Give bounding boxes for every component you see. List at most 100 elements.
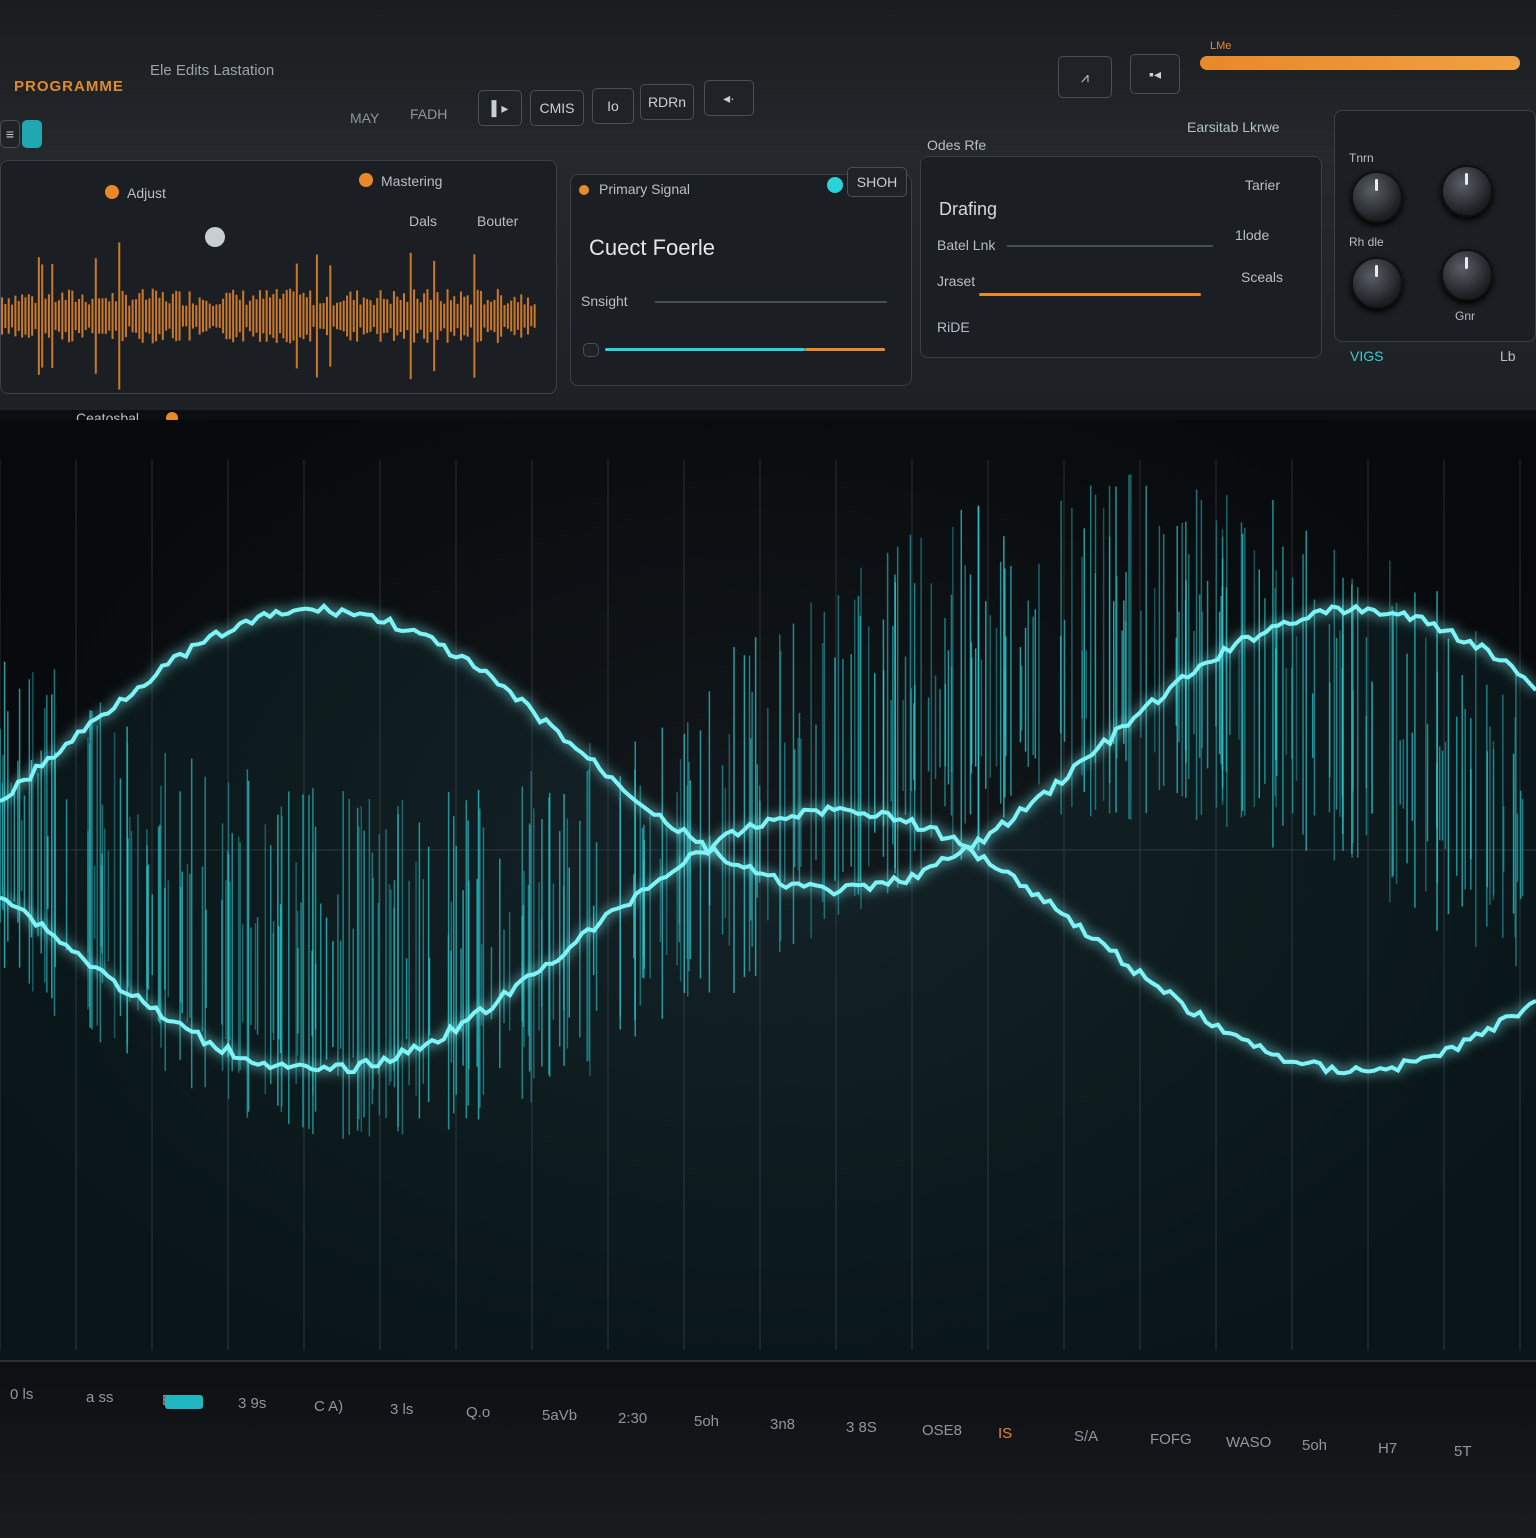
spectrum-bar [506, 303, 509, 329]
panels-row: Mastering Adjust Dals Bouter Primary Sig… [0, 110, 1536, 426]
spectrum-bar [426, 289, 429, 343]
spectrum-bar [178, 291, 181, 341]
spectrum-bar [376, 298, 379, 334]
spectrum-bar [295, 263, 298, 369]
shoh-toggle-button[interactable]: SHOH [847, 167, 907, 197]
spectrum-bar [235, 294, 238, 338]
knob-1[interactable] [1351, 171, 1403, 223]
spectrum-bar [61, 292, 64, 340]
spectrum-bar [336, 302, 338, 330]
spectrum-bar [181, 305, 184, 327]
spectrum-bar [359, 304, 362, 328]
waveform-canvas[interactable] [0, 420, 1536, 1360]
timeline-tick-label: Q.o [466, 1404, 491, 1421]
tool-button-rdrn[interactable]: RDRn [640, 84, 694, 120]
menu-icon[interactable]: ≡ [0, 120, 20, 148]
row-1-slider[interactable] [1007, 245, 1213, 247]
tool-label-2[interactable]: FADH [410, 106, 447, 122]
spectrum-bar [516, 302, 519, 330]
knob-footer-left[interactable]: VIGS [1350, 348, 1383, 364]
spectrum-bar [185, 305, 188, 327]
knob-panel: Tnrn Rh dle Gnr [1334, 110, 1536, 342]
spectrum-bar [332, 305, 335, 327]
spectrum-bar [419, 302, 422, 330]
insight-slider-track[interactable] [655, 301, 887, 303]
spectrum-bar [198, 297, 201, 335]
spectrum-bar [252, 295, 255, 337]
spectrum-bar [413, 289, 416, 343]
app-brand: PROGRAMME [14, 78, 124, 95]
timeline-tick-label: 5oh [694, 1413, 720, 1430]
top-toolbar: PROGRAMME Ele Edits Lastation ≡ MAY FADH… [0, 0, 1536, 152]
spectrum-bar [463, 296, 466, 336]
tool-button-cmis[interactable]: CMIS [530, 90, 584, 126]
spectrum-bar [258, 290, 261, 342]
orange-spectrum-display [1, 242, 536, 390]
spectrum-bar [168, 303, 171, 329]
record-button[interactable]: ▌▸ [478, 90, 522, 126]
spectrum-bar [74, 301, 77, 331]
spectrum-bar [423, 293, 426, 339]
spectrum-bar [403, 293, 405, 339]
row-2-slider-fill[interactable] [979, 293, 1201, 296]
knob-label-1: Tnrn [1349, 151, 1374, 165]
spectrum-bar [114, 301, 117, 331]
spectrum-bar [409, 252, 412, 380]
spectrum-bar [1, 297, 3, 335]
timeline-tick-label: OSE8 [922, 1422, 963, 1439]
spectrum-bar [128, 305, 131, 327]
spectrum-bar [315, 254, 318, 378]
spectrum-bar [312, 305, 315, 327]
spectrum-bar [51, 264, 54, 368]
speaker-button[interactable]: ◂· [704, 80, 754, 116]
spectrum-bar [496, 288, 499, 344]
spectrum-bar [155, 290, 158, 342]
row-label-2: Jraset [937, 273, 976, 289]
spectrum-bar [262, 298, 265, 334]
knob-3[interactable] [1351, 257, 1403, 309]
spectrum-bar [453, 296, 456, 336]
spectrum-bar [265, 290, 268, 342]
spectrum-bar [356, 290, 359, 342]
playhead-position-marker[interactable] [165, 1395, 203, 1409]
spectrum-bar [466, 295, 469, 337]
spectrum-bar [212, 305, 215, 327]
spectrum-bar [322, 303, 325, 329]
spectrum-bar [473, 254, 476, 378]
spectrum-bar [433, 260, 436, 372]
row-label-1: Batel Lnk [937, 237, 996, 253]
timeline-ruler[interactable]: 0 lsa ssEAs3 9sC A)3 lsQ.o5aVb2:305oh3n8… [0, 1360, 1536, 1538]
knob-2[interactable] [1441, 165, 1493, 217]
output-level-meter[interactable] [1200, 56, 1520, 70]
chart-icon[interactable]: ⩘ [1058, 56, 1112, 98]
tool-label-1[interactable]: MAY [350, 110, 379, 126]
spectrum-bar [151, 288, 154, 344]
timeline-tick-label: 3n8 [770, 1416, 796, 1433]
spectrum-bar [500, 295, 503, 337]
row-label-dals: Dals [409, 213, 438, 229]
spectrum-bar [101, 298, 104, 334]
spectrum-bar [47, 294, 50, 338]
spectrum-bar [429, 299, 432, 333]
primary-signal-panel: Primary Signal SHOH Cuect Foerle Snsight [570, 167, 912, 386]
knob-footer-right[interactable]: Lb [1500, 348, 1516, 364]
waveform-view[interactable] [0, 420, 1536, 1360]
monitor-icon[interactable]: ▪◂ [1130, 54, 1180, 94]
knob-4[interactable] [1441, 249, 1493, 301]
spectrum-bar [302, 292, 305, 340]
spectrum-bar [31, 296, 34, 336]
spectrum-bar [124, 294, 127, 338]
spectrum-bar [228, 293, 231, 339]
tool-button-io[interactable]: Io [592, 88, 634, 124]
spectrum-bar [510, 300, 513, 332]
timeline-tick-label: FOFG [1150, 1431, 1192, 1448]
timeline-tick-label: 3 ls [390, 1401, 414, 1418]
spectrum-bar [98, 298, 101, 334]
spectrum-bar [339, 301, 342, 331]
knob-label-3: Rh dle [1349, 235, 1384, 249]
spectrum-bar [389, 303, 392, 329]
slider-handle[interactable] [583, 343, 599, 357]
active-mode-button[interactable] [22, 120, 42, 148]
spectrum-bar [202, 299, 204, 333]
spectrum-bar [245, 304, 248, 328]
